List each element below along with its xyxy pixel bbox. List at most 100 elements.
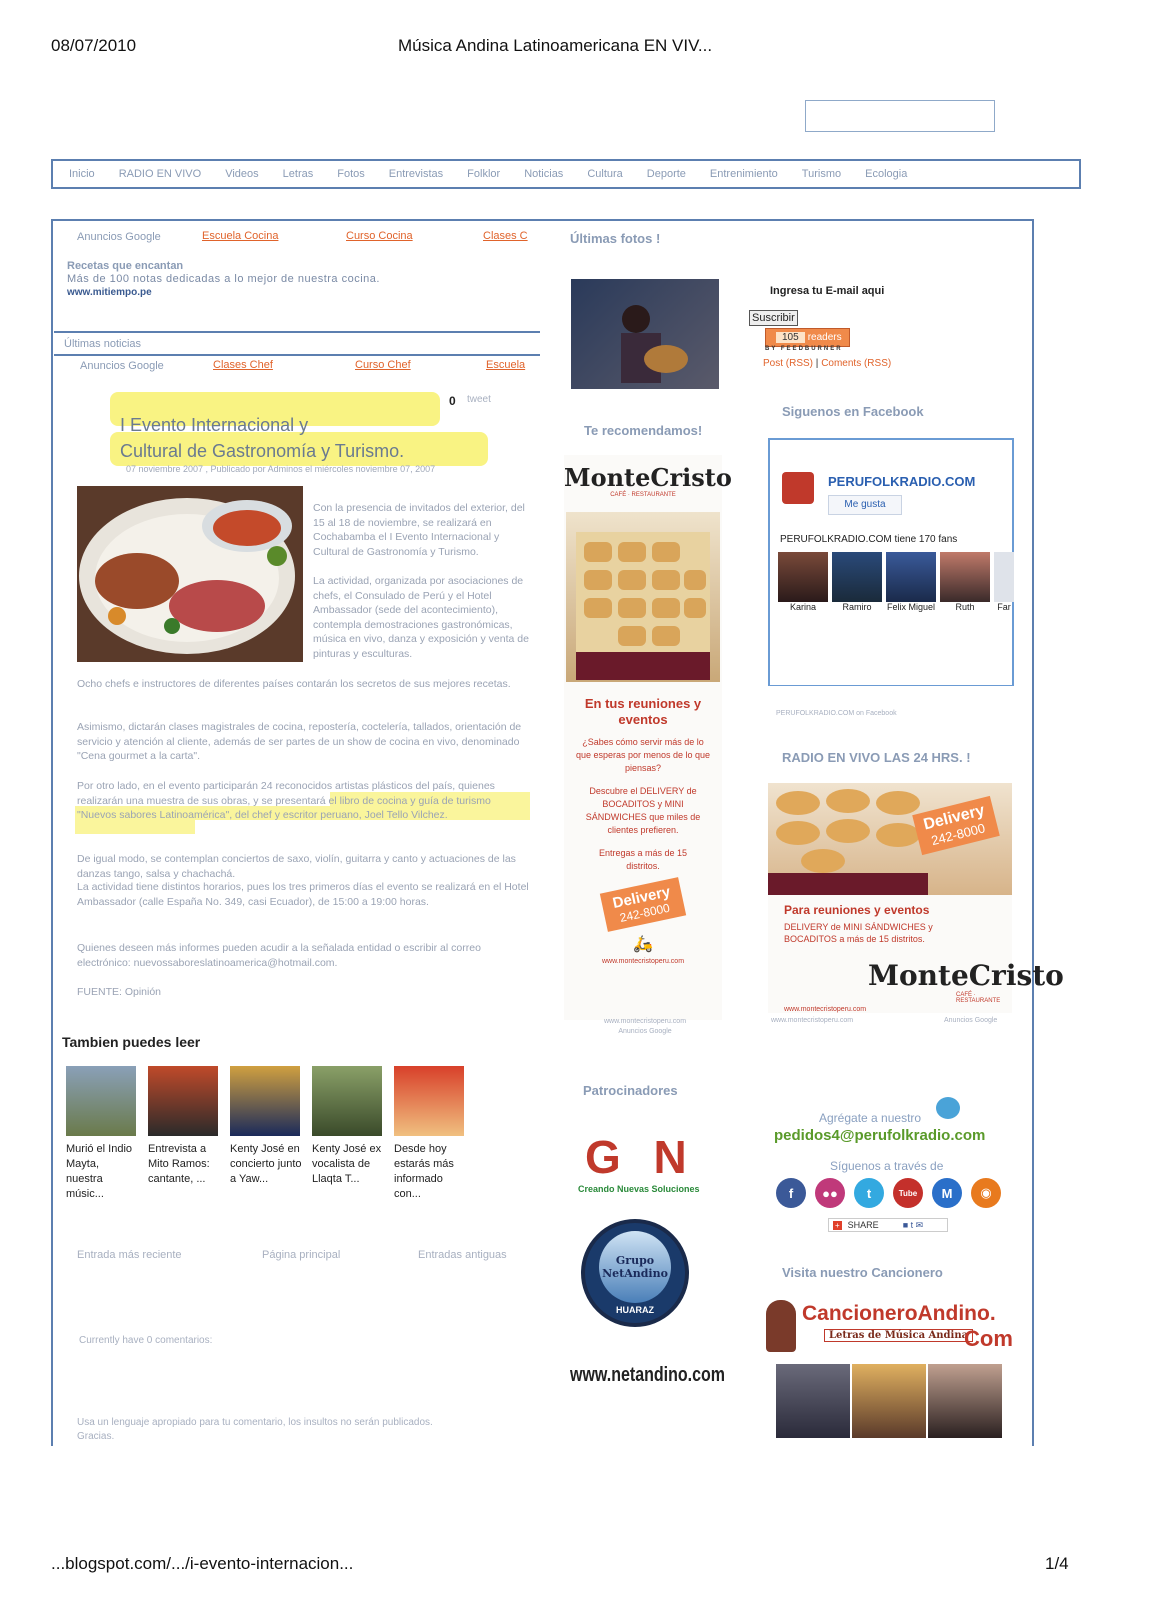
ad-link-escuela[interactable]: Escuela bbox=[486, 359, 525, 371]
also-read-caption[interactable]: Desde hoy estarás más informado con... bbox=[394, 1142, 466, 1202]
nav-item-letras[interactable]: Letras bbox=[283, 168, 314, 180]
cancionero-brand: CancioneroAndino. bbox=[802, 1302, 996, 1325]
fan[interactable]: Far bbox=[994, 552, 1014, 612]
twitter-icon[interactable]: t bbox=[854, 1178, 884, 1208]
also-read-caption[interactable]: Murió el Indio Mayta, nuestra músic... bbox=[66, 1142, 138, 1202]
ad-url[interactable]: www.mitiempo.pe bbox=[67, 287, 152, 298]
cancionero-banner[interactable]: CancioneroAndino. Letras de Música Andin… bbox=[766, 1298, 1014, 1440]
also-read-caption[interactable]: Kenty José ex vocalista de Llaqta T... bbox=[312, 1142, 384, 1187]
rss-icon[interactable]: ◉ bbox=[971, 1178, 1001, 1208]
perufolk-logo bbox=[782, 472, 814, 504]
also-read-item[interactable]: Entrevista a Mito Ramos: cantante, ... bbox=[148, 1066, 220, 1202]
avatar[interactable] bbox=[778, 552, 828, 602]
thumbnail[interactable] bbox=[148, 1066, 218, 1136]
also-read-item[interactable]: Murió el Indio Mayta, nuestra músic... bbox=[66, 1066, 138, 1202]
ad-url[interactable]: www.montecristoperu.com bbox=[564, 958, 722, 965]
home-link[interactable]: Página principal bbox=[262, 1249, 340, 1261]
flickr-icon[interactable]: ●● bbox=[815, 1178, 845, 1208]
also-read-item[interactable]: Kenty José ex vocalista de Llaqta T... bbox=[312, 1066, 384, 1202]
thumbnail[interactable] bbox=[394, 1066, 464, 1136]
page-url: ...blogspot.com/.../i-evento-internacion… bbox=[51, 1554, 354, 1573]
post-title-line2: Cultural de Gastronomía y Turismo. bbox=[120, 441, 405, 461]
fan-name[interactable]: Karina bbox=[778, 602, 828, 612]
also-read-caption[interactable]: Kenty José en concierto junto a Yaw... bbox=[230, 1142, 302, 1187]
nav-item-entrenimiento[interactable]: Entrenimiento bbox=[710, 168, 778, 180]
post-rss-link[interactable]: Post (RSS) bbox=[763, 358, 813, 369]
thumbnail[interactable] bbox=[230, 1066, 300, 1136]
share-button[interactable]: + SHARE ■ t ✉ bbox=[828, 1218, 948, 1232]
also-read-caption[interactable]: Entrevista a Mito Ramos: cantante, ... bbox=[148, 1142, 220, 1187]
search-input[interactable] bbox=[805, 100, 995, 132]
fan[interactable]: Ramiro bbox=[832, 552, 882, 612]
gn-logo[interactable]: G N bbox=[585, 1130, 697, 1184]
fan-name[interactable]: Ramiro bbox=[832, 602, 882, 612]
ads-by-google[interactable]: Anuncios Google bbox=[944, 1017, 997, 1024]
contact-email[interactable]: pedidos4@perufolkradio.com bbox=[774, 1127, 985, 1144]
nav-item-ecologia[interactable]: Ecologia bbox=[865, 168, 907, 180]
avatar[interactable] bbox=[994, 552, 1014, 602]
ad-title[interactable]: Recetas que encantan bbox=[67, 260, 183, 272]
gn-tagline: Creando Nuevas Soluciones bbox=[578, 1184, 700, 1194]
older-posts-link[interactable]: Entradas antiguas bbox=[418, 1249, 507, 1261]
plus-icon: + bbox=[833, 1220, 842, 1230]
fb-like-button[interactable]: Me gusta bbox=[828, 495, 902, 515]
latest-news-label: Últimas noticias bbox=[64, 338, 142, 350]
nav-item-radio-en-vivo[interactable]: RADIO EN VIVO bbox=[119, 168, 202, 180]
thumbnail[interactable] bbox=[66, 1066, 136, 1136]
post-intro-2: La actividad, organizada por asociacione… bbox=[313, 575, 529, 660]
avatar[interactable] bbox=[940, 552, 990, 602]
thumbnail[interactable] bbox=[312, 1066, 382, 1136]
nav-item-videos[interactable]: Videos bbox=[225, 168, 258, 180]
artist-thumb[interactable] bbox=[928, 1364, 1002, 1438]
tweet-button[interactable]: tweet bbox=[467, 394, 491, 405]
avatar[interactable] bbox=[886, 552, 936, 602]
fan-name[interactable]: Ruth bbox=[940, 602, 990, 612]
nav-item-fotos[interactable]: Fotos bbox=[337, 168, 365, 180]
nav-item-entrevistas[interactable]: Entrevistas bbox=[389, 168, 443, 180]
ad-url-footer[interactable]: www.montecristoperu.com bbox=[771, 1017, 853, 1024]
ad-link-clases[interactable]: Clases C bbox=[483, 230, 528, 242]
latest-photo[interactable] bbox=[571, 279, 719, 389]
ad-url[interactable]: www.montecristoperu.com bbox=[784, 1006, 1012, 1013]
fb-page-name[interactable]: PERUFOLKRADIO.COM bbox=[828, 474, 975, 489]
artist-thumb[interactable] bbox=[852, 1364, 926, 1438]
ad-headline: En tus reuniones y eventos bbox=[584, 696, 702, 727]
nav-item-noticias[interactable]: Noticias bbox=[524, 168, 563, 180]
ad-link-escuela-cocina[interactable]: Escuela Cocina bbox=[202, 230, 278, 242]
also-read-item[interactable]: Desde hoy estarás más informado con... bbox=[394, 1066, 466, 1202]
montecristo-ad-2[interactable]: Delivery 242-8000 Para reuniones y event… bbox=[768, 783, 1064, 1013]
artist-thumb[interactable] bbox=[776, 1364, 850, 1438]
ad-description: Descubre el DELIVERY de BOCADITOS y MINI… bbox=[585, 786, 701, 835]
fb-footer[interactable]: PERUFOLKRADIO.COM on Facebook bbox=[776, 710, 897, 717]
ads-by-google[interactable]: Anuncios Google bbox=[580, 1028, 710, 1035]
nav-item-turismo[interactable]: Turismo bbox=[802, 168, 841, 180]
nav-item-deporte[interactable]: Deporte bbox=[647, 168, 686, 180]
nav-item-folklor[interactable]: Folklor bbox=[467, 168, 500, 180]
ad-link-curso-chef[interactable]: Curso Chef bbox=[355, 359, 411, 371]
myspace-icon[interactable]: M bbox=[932, 1178, 962, 1208]
facebook-icon[interactable]: f bbox=[776, 1178, 806, 1208]
fan[interactable]: Ruth bbox=[940, 552, 990, 612]
subscribe-button[interactable]: Suscribir bbox=[749, 310, 798, 326]
ad-link-curso-cocina[interactable]: Curso Cocina bbox=[346, 230, 413, 242]
fan-name[interactable]: Far bbox=[994, 602, 1014, 612]
netandino-url[interactable]: www.netandino.com bbox=[570, 1364, 725, 1387]
also-read-item[interactable]: Kenty José en concierto junto a Yaw... bbox=[230, 1066, 302, 1202]
newer-post-link[interactable]: Entrada más reciente bbox=[77, 1249, 182, 1261]
feedburner-counter[interactable]: 105 readers bbox=[765, 328, 850, 347]
ad-headline: Para reuniones y eventos bbox=[784, 903, 930, 917]
latest-photos-title: Últimas fotos ! bbox=[570, 231, 661, 246]
fan[interactable]: Karina bbox=[778, 552, 828, 612]
netandino-badge[interactable]: Grupo NetAndino HUARAZ bbox=[581, 1219, 689, 1327]
ads-label-2: Anuncios Google bbox=[80, 360, 164, 372]
nav-item-cultura[interactable]: Cultura bbox=[587, 168, 622, 180]
avatar[interactable] bbox=[832, 552, 882, 602]
nav-item-inicio[interactable]: Inicio bbox=[69, 168, 95, 180]
youtube-icon[interactable]: Tube bbox=[893, 1178, 923, 1208]
montecristo-ad[interactable]: MonteCristo CAFÉ · RESTAURANTE En tus re… bbox=[564, 455, 732, 1020]
fan-name[interactable]: Felix Miguel bbox=[886, 602, 936, 612]
fan[interactable]: Felix Miguel bbox=[886, 552, 936, 612]
ad-link-clases-chef[interactable]: Clases Chef bbox=[213, 359, 273, 371]
ad-url-footer[interactable]: www.montecristoperu.com bbox=[580, 1018, 710, 1025]
comments-rss-link[interactable]: Coments (RSS) bbox=[821, 358, 891, 369]
